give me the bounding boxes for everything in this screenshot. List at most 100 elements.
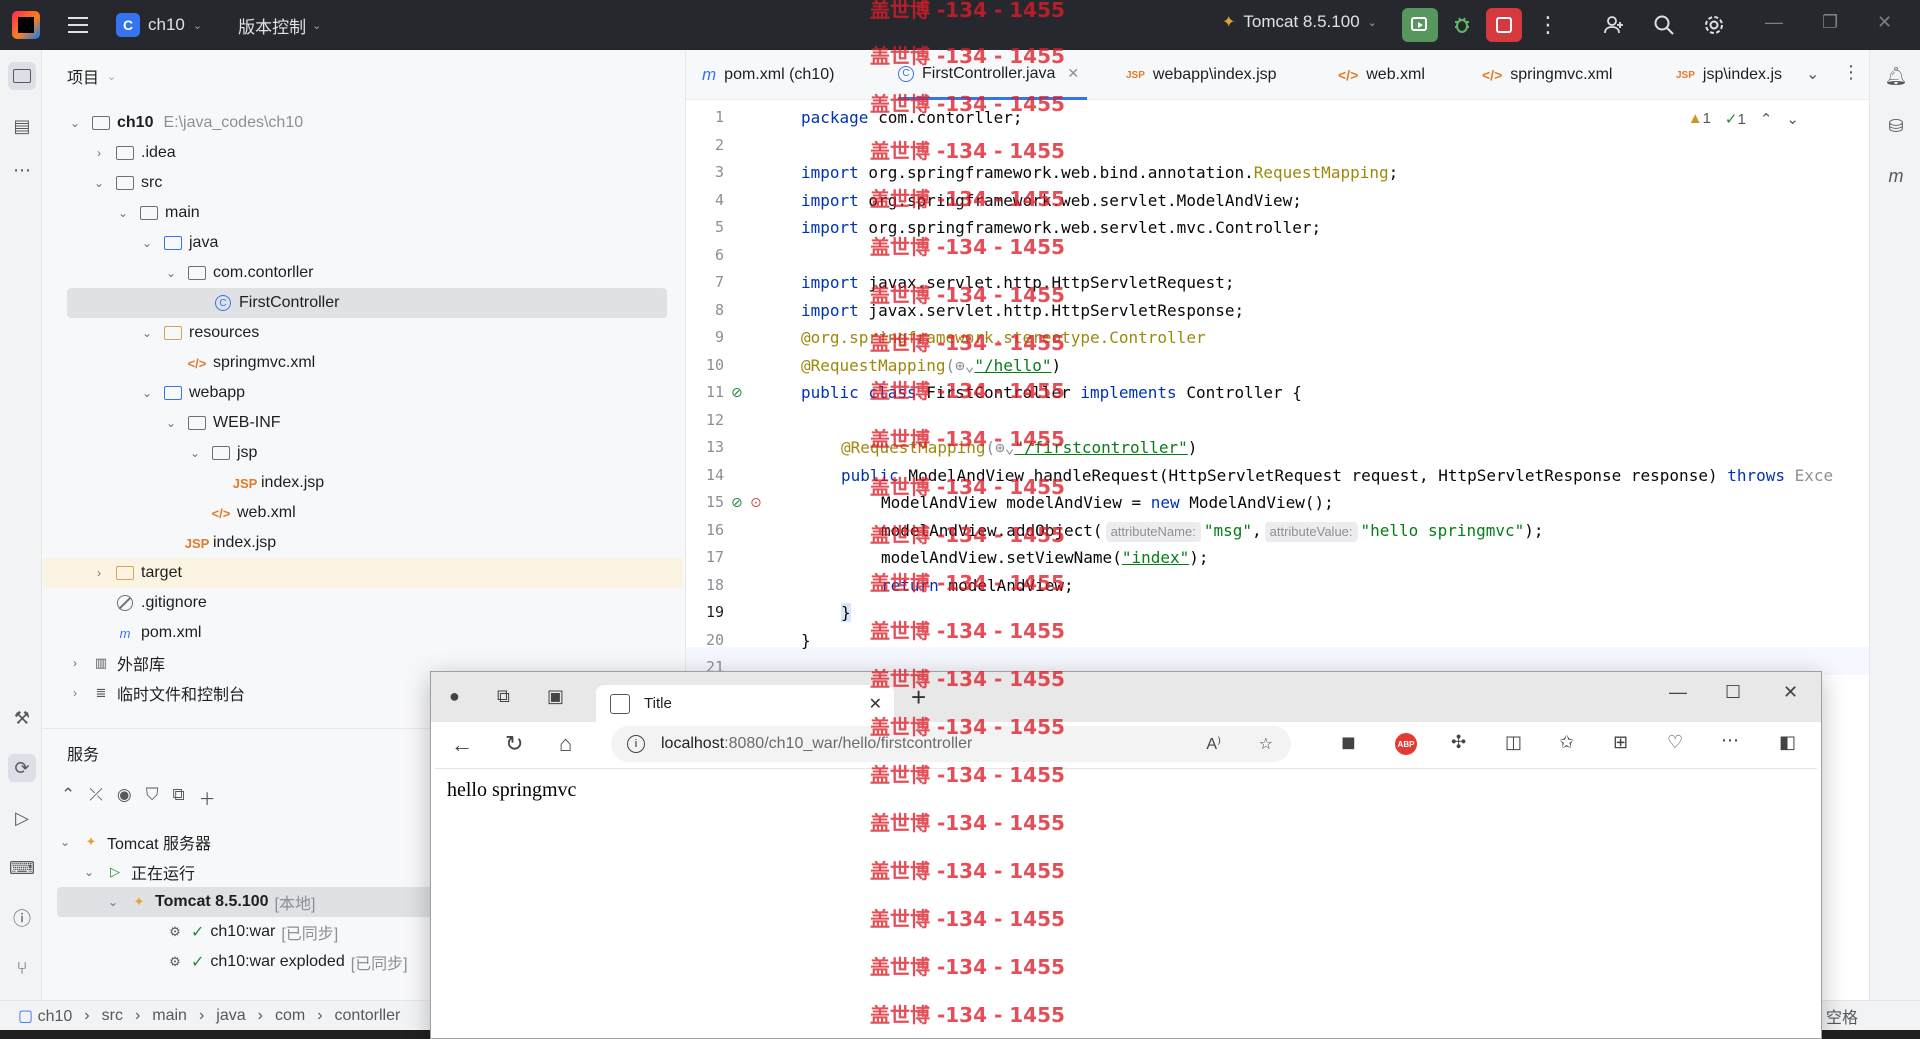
chevron-down-icon[interactable]: ⌄ [67, 116, 83, 130]
breadcrumb-item[interactable]: contorller [335, 1007, 401, 1025]
maximize-window-icon[interactable]: ❐ [1822, 12, 1838, 33]
tab-actions-icon[interactable]: ▣ [547, 686, 564, 707]
chevron-down-icon[interactable]: ⌄ [1806, 64, 1819, 84]
service-artifact-war[interactable]: ⚙ ✓ ch10:war [已同步] [165, 917, 338, 947]
breadcrumb-item[interactable]: java [216, 1007, 245, 1025]
run-button[interactable] [1402, 8, 1438, 42]
tree-item-springmvc-xml[interactable]: </> springmvc.xml [187, 348, 316, 378]
collections-icon[interactable]: ⊞ [1613, 732, 1628, 753]
add-service-icon[interactable]: ＋ [199, 785, 216, 810]
profile-icon[interactable]: ● [449, 686, 460, 707]
chevron-down-icon[interactable]: ⌄ [115, 206, 131, 220]
filter-icon[interactable]: ⛉ [146, 785, 159, 810]
tab-web-xml[interactable]: </> web.xml [1338, 50, 1425, 100]
extension-icon[interactable]: ◼ [1341, 732, 1356, 753]
service-artifact-exploded[interactable]: ⚙ ✓ ch10:war exploded [已同步] [165, 947, 407, 977]
gear-icon[interactable] [1700, 11, 1728, 39]
tree-item-idea[interactable]: › .idea [91, 138, 176, 168]
tree-item-external-libs[interactable]: › ▥ 外部库 [67, 648, 165, 678]
tree-item-target[interactable]: › target [43, 558, 683, 588]
tree-item-gitignore[interactable]: .gitignore [115, 588, 207, 618]
tree-item-web-inf[interactable]: ⌄ WEB-INF [163, 408, 281, 438]
back-icon[interactable]: ← [451, 732, 473, 758]
breadcrumb-item[interactable]: com [275, 1007, 305, 1025]
chevron-down-icon[interactable]: ⌄ [139, 386, 155, 400]
indent-status[interactable]: 空格 [1826, 1004, 1858, 1028]
project-tool-icon[interactable] [8, 62, 36, 90]
tree-item-jsp-index[interactable]: JSP index.jsp [233, 468, 324, 498]
chevron-down-icon[interactable]: ⌄ [57, 835, 73, 849]
close-tab-icon[interactable]: ✕ [869, 694, 882, 714]
terminal-tool-icon[interactable]: ⌨ [8, 854, 36, 882]
chevron-right-icon[interactable]: › [91, 566, 107, 580]
close-window-icon[interactable]: ✕ [1877, 12, 1892, 33]
tree-item-resources[interactable]: ⌄ resources [139, 318, 259, 348]
tab-springmvc-xml[interactable]: </> springmvc.xml [1482, 50, 1612, 100]
bell-icon[interactable]: 🔔︎ [1882, 62, 1910, 90]
chevron-down-icon[interactable]: ⌄ [91, 176, 107, 190]
tree-item-java[interactable]: ⌄ java [139, 228, 218, 258]
tree-item-firstcontroller[interactable]: C FirstController [67, 288, 667, 318]
tab-firstcontroller[interactable]: C FirstController.java ✕ [898, 50, 1088, 100]
tree-item-scratches[interactable]: › ≣ 临时文件和控制台 [67, 678, 245, 708]
problems-tool-icon[interactable]: ⓘ [8, 904, 36, 932]
sidebar-icon[interactable]: ◧ [1779, 732, 1796, 753]
chevron-right-icon[interactable]: › [91, 146, 107, 160]
chevron-down-icon[interactable]: ⌄ [1786, 110, 1799, 128]
collections-icon[interactable]: ⧉ [497, 686, 510, 707]
project-panel-header[interactable]: 项目 ⌄ [43, 50, 685, 102]
tree-item-ch10[interactable]: ⌄ ch10 E:\java_codes\ch10 [67, 108, 303, 138]
run-config-selector[interactable]: ✦ Tomcat 8.5.100 ⌄ [1222, 12, 1377, 32]
favorites-icon[interactable]: ✩ [1559, 732, 1574, 753]
chevron-down-icon[interactable]: ⌄ [163, 266, 179, 280]
tab-webapp-index[interactable]: JSP webapp\index.jsp [1126, 50, 1277, 100]
browser-tab[interactable]: Title ✕ [596, 685, 894, 722]
split-screen-icon[interactable]: ◫ [1505, 732, 1522, 753]
breadcrumb-item[interactable]: src [102, 1007, 123, 1025]
chevron-down-icon[interactable]: ⌄ [81, 865, 97, 879]
star-icon[interactable]: ☆ [1259, 734, 1273, 754]
tree-item-main[interactable]: ⌄ main [115, 198, 200, 228]
project-switcher[interactable]: C ch10 ⌄ [116, 13, 202, 37]
eye-icon[interactable]: ◉ [117, 785, 132, 810]
new-tab-icon[interactable]: + [911, 682, 926, 713]
extensions-icon[interactable]: ✣ [1451, 732, 1466, 753]
more-tools-icon[interactable]: ⋯ [8, 156, 36, 184]
minimize-window-icon[interactable]: — [1669, 682, 1687, 703]
tree-item-jsp[interactable]: ⌄ jsp [187, 438, 257, 468]
new-tab-icon[interactable]: ⧉ [172, 785, 184, 810]
chevron-right-icon[interactable]: › [67, 656, 83, 670]
close-tab-icon[interactable]: ✕ [1067, 65, 1079, 82]
chevron-down-icon[interactable]: ⌄ [105, 895, 121, 909]
expand-all-icon[interactable]: ⌃ [61, 785, 75, 810]
tab-jsp-index[interactable]: JSP jsp\index.js [1676, 50, 1782, 100]
tree-item-package[interactable]: ⌄ com.contorller [163, 258, 314, 288]
add-user-icon[interactable] [1600, 11, 1628, 39]
service-tomcat-server[interactable]: ⌄ ✦ Tomcat 服务器 [57, 827, 211, 857]
collapse-all-icon[interactable]: ⤫ [89, 785, 103, 810]
performance-icon[interactable]: ♡ [1667, 732, 1683, 753]
address-bar[interactable]: i localhost:8080/ch10_war/hello/firstcon… [611, 726, 1291, 762]
chevron-right-icon[interactable]: › [67, 686, 83, 700]
debug-button[interactable] [1444, 8, 1480, 42]
tree-item-pom-xml[interactable]: m pom.xml [115, 618, 202, 648]
tab-pom-xml[interactable]: m pom.xml (ch10) [702, 50, 834, 100]
more-icon[interactable]: ⋮ [1530, 8, 1566, 42]
tree-item-webapp-index[interactable]: JSP index.jsp [185, 528, 276, 558]
chevron-down-icon[interactable]: ⌄ [139, 326, 155, 340]
run-tool-icon[interactable]: ▷ [8, 804, 36, 832]
home-icon[interactable]: ⌂ [559, 731, 572, 757]
build-tool-icon[interactable]: ⚒ [8, 704, 36, 732]
stop-button[interactable] [1486, 8, 1522, 42]
maximize-window-icon[interactable]: ☐ [1725, 682, 1741, 703]
reload-icon[interactable]: ↻ [505, 731, 523, 757]
search-icon[interactable] [1650, 11, 1678, 39]
chevron-up-icon[interactable]: ⌃ [1760, 110, 1773, 128]
adblock-icon[interactable]: ABP [1395, 733, 1417, 755]
chevron-down-icon[interactable]: ⌄ [187, 446, 203, 460]
services-tool-icon[interactable]: ⟳ [8, 754, 36, 782]
chevron-down-icon[interactable]: ⌄ [163, 416, 179, 430]
minimize-window-icon[interactable]: — [1765, 12, 1783, 33]
tree-item-src[interactable]: ⌄ src [91, 168, 162, 198]
git-tool-icon[interactable]: ⑂ [8, 954, 36, 982]
